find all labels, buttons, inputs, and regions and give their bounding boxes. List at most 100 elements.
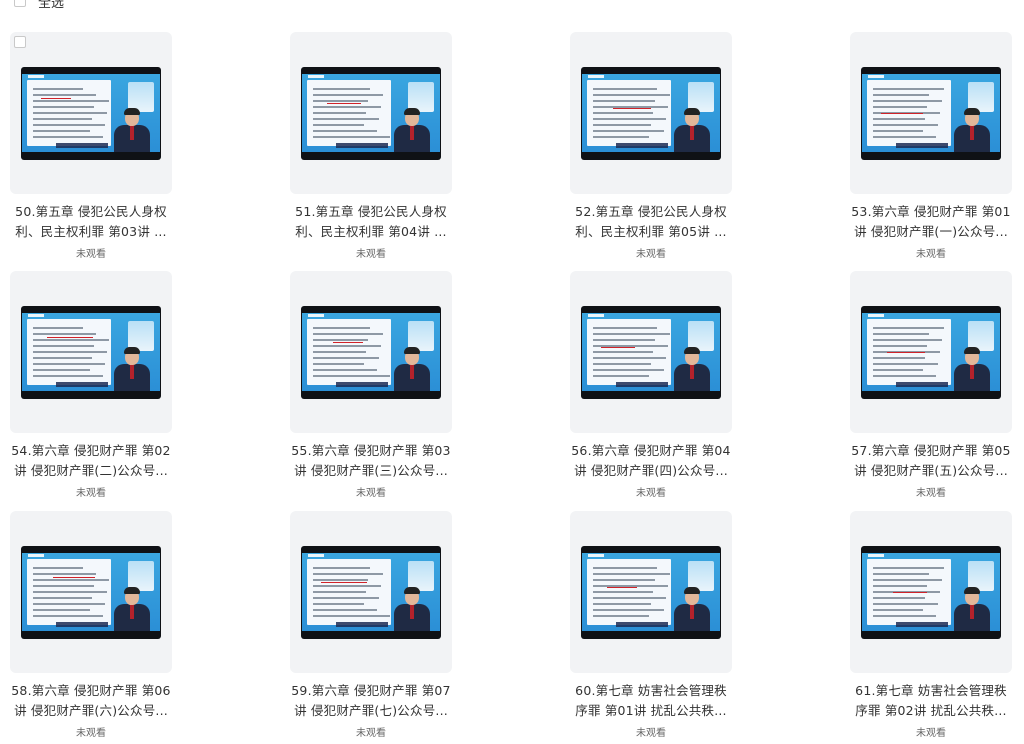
course-card[interactable]: 53.第六章 侵犯财产罪 第01讲 侵犯财产罪(一)公众号... 未观看 xyxy=(850,32,1020,260)
lecture-slide xyxy=(22,74,160,152)
lecture-slide xyxy=(862,553,1000,631)
lecturer-figure xyxy=(674,587,710,631)
logo-icon xyxy=(588,314,604,317)
video-frame xyxy=(581,306,721,399)
course-card[interactable]: 50.第五章 侵犯公民人身权利、民主权利罪 第03讲 ... 未观看 xyxy=(10,32,180,260)
lecturer-figure xyxy=(954,587,990,631)
lecturer-figure xyxy=(394,587,430,631)
slide-document xyxy=(587,80,671,146)
course-card[interactable]: 61.第七章 妨害社会管理秩序罪 第02讲 扰乱公共秩... 未观看 xyxy=(850,511,1020,739)
logo-icon xyxy=(868,75,884,78)
video-frame xyxy=(861,546,1001,639)
logo-icon xyxy=(28,75,44,78)
course-card[interactable]: 58.第六章 侵犯财产罪 第06讲 侵犯财产罪(六)公众号... 未观看 xyxy=(10,511,180,739)
video-thumbnail[interactable] xyxy=(850,511,1012,673)
watch-status: 未观看 xyxy=(76,488,106,499)
subtitle-bar xyxy=(896,382,948,387)
course-title[interactable]: 51.第五章 侵犯公民人身权利、民主权利罪 第04讲 ... xyxy=(290,202,452,242)
video-thumbnail[interactable] xyxy=(570,511,732,673)
subtitle-bar xyxy=(896,622,948,627)
logo-icon xyxy=(868,314,884,317)
course-title[interactable]: 60.第七章 妨害社会管理秩序罪 第01讲 扰乱公共秩... xyxy=(570,681,732,721)
video-thumbnail[interactable] xyxy=(850,271,1012,433)
course-title[interactable]: 56.第六章 侵犯财产罪 第04讲 侵犯财产罪(四)公众号... xyxy=(570,441,732,481)
logo-icon xyxy=(588,75,604,78)
course-title[interactable]: 58.第六章 侵犯财产罪 第06讲 侵犯财产罪(六)公众号... xyxy=(10,681,172,721)
course-title[interactable]: 59.第六章 侵犯财产罪 第07讲 侵犯财产罪(七)公众号... xyxy=(290,681,452,721)
watch-status: 未观看 xyxy=(356,728,386,739)
subtitle-bar xyxy=(56,143,108,148)
course-title[interactable]: 50.第五章 侵犯公民人身权利、民主权利罪 第03讲 ... xyxy=(10,202,172,242)
slide-document xyxy=(587,319,671,385)
course-card[interactable]: 57.第六章 侵犯财产罪 第05讲 侵犯财产罪(五)公众号... 未观看 xyxy=(850,271,1020,499)
lecture-slide xyxy=(862,313,1000,391)
course-grid: 50.第五章 侵犯公民人身权利、民主权利罪 第03讲 ... 未观看 51.第五… xyxy=(0,0,1024,744)
video-frame xyxy=(301,67,441,160)
logo-icon xyxy=(28,554,44,557)
slide-document xyxy=(307,319,391,385)
course-card[interactable]: 52.第五章 侵犯公民人身权利、民主权利罪 第05讲 ... 未观看 xyxy=(570,32,740,260)
course-title[interactable]: 53.第六章 侵犯财产罪 第01讲 侵犯财产罪(一)公众号... xyxy=(850,202,1012,242)
video-frame xyxy=(861,67,1001,160)
lecture-slide xyxy=(582,313,720,391)
watch-status: 未观看 xyxy=(916,249,946,260)
watch-status: 未观看 xyxy=(356,488,386,499)
course-card[interactable]: 51.第五章 侵犯公民人身权利、民主权利罪 第04讲 ... 未观看 xyxy=(290,32,460,260)
lecture-slide xyxy=(22,313,160,391)
logo-icon xyxy=(588,554,604,557)
subtitle-bar xyxy=(616,622,668,627)
course-title[interactable]: 55.第六章 侵犯财产罪 第03讲 侵犯财产罪(三)公众号... xyxy=(290,441,452,481)
lecture-slide xyxy=(862,74,1000,152)
course-card[interactable]: 56.第六章 侵犯财产罪 第04讲 侵犯财产罪(四)公众号... 未观看 xyxy=(570,271,740,499)
watch-status: 未观看 xyxy=(636,488,666,499)
video-thumbnail[interactable] xyxy=(570,32,732,194)
subtitle-bar xyxy=(896,143,948,148)
slide-document xyxy=(27,319,111,385)
slide-document xyxy=(307,80,391,146)
video-thumbnail[interactable] xyxy=(850,32,1012,194)
logo-icon xyxy=(308,554,324,557)
video-frame xyxy=(581,546,721,639)
course-card[interactable]: 54.第六章 侵犯财产罪 第02讲 侵犯财产罪(二)公众号... 未观看 xyxy=(10,271,180,499)
video-thumbnail[interactable] xyxy=(10,511,172,673)
video-thumbnail[interactable] xyxy=(290,511,452,673)
subtitle-bar xyxy=(616,382,668,387)
video-thumbnail[interactable] xyxy=(570,271,732,433)
course-card[interactable]: 55.第六章 侵犯财产罪 第03讲 侵犯财产罪(三)公众号... 未观看 xyxy=(290,271,460,499)
watch-status: 未观看 xyxy=(76,728,106,739)
lecturer-figure xyxy=(674,108,710,152)
course-card[interactable]: 59.第六章 侵犯财产罪 第07讲 侵犯财产罪(七)公众号... 未观看 xyxy=(290,511,460,739)
watch-status: 未观看 xyxy=(916,728,946,739)
subtitle-bar xyxy=(336,143,388,148)
watch-status: 未观看 xyxy=(356,249,386,260)
lecture-slide xyxy=(302,313,440,391)
course-title[interactable]: 54.第六章 侵犯财产罪 第02讲 侵犯财产罪(二)公众号... xyxy=(10,441,172,481)
slide-document xyxy=(867,319,951,385)
video-thumbnail[interactable] xyxy=(10,32,172,194)
lecturer-figure xyxy=(394,347,430,391)
course-card[interactable]: 60.第七章 妨害社会管理秩序罪 第01讲 扰乱公共秩... 未观看 xyxy=(570,511,740,739)
watch-status: 未观看 xyxy=(916,488,946,499)
video-frame xyxy=(21,546,161,639)
slide-document xyxy=(27,80,111,146)
watch-status: 未观看 xyxy=(636,249,666,260)
lecturer-figure xyxy=(114,347,150,391)
lecturer-figure xyxy=(394,108,430,152)
video-thumbnail[interactable] xyxy=(290,271,452,433)
subtitle-bar xyxy=(56,622,108,627)
lecturer-figure xyxy=(954,347,990,391)
course-title[interactable]: 61.第七章 妨害社会管理秩序罪 第02讲 扰乱公共秩... xyxy=(850,681,1012,721)
video-frame xyxy=(301,306,441,399)
video-frame xyxy=(21,67,161,160)
lecture-slide xyxy=(302,553,440,631)
slide-document xyxy=(867,559,951,625)
lecture-slide xyxy=(582,74,720,152)
course-title[interactable]: 52.第五章 侵犯公民人身权利、民主权利罪 第05讲 ... xyxy=(570,202,732,242)
logo-icon xyxy=(28,314,44,317)
subtitle-bar xyxy=(56,382,108,387)
course-title[interactable]: 57.第六章 侵犯财产罪 第05讲 侵犯财产罪(五)公众号... xyxy=(850,441,1012,481)
video-thumbnail[interactable] xyxy=(10,271,172,433)
video-thumbnail[interactable] xyxy=(290,32,452,194)
card-checkbox[interactable] xyxy=(14,36,26,48)
slide-document xyxy=(27,559,111,625)
